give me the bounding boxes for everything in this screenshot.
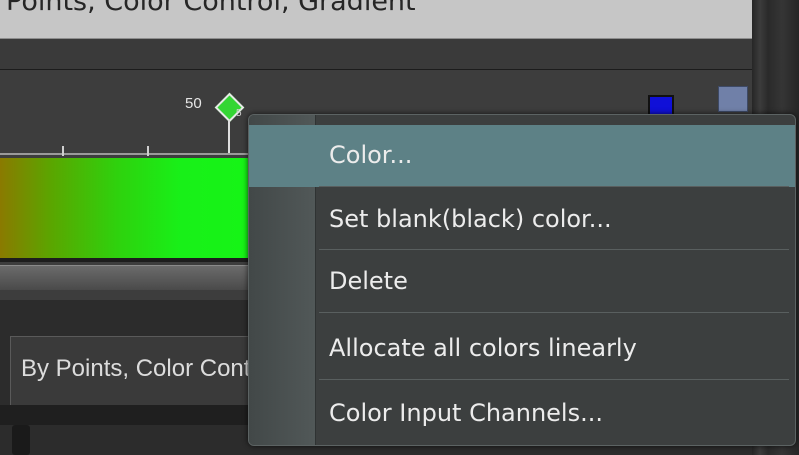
menu-separator [319,312,789,313]
menu-item-set-blank-color[interactable]: Set blank(black) color... [249,189,795,251]
menu-item-color-input-channels[interactable]: Color Input Channels... [249,383,795,445]
menu-item-label: Color Input Channels... [329,399,603,427]
menu-separator [319,249,789,250]
ruler-line [0,153,250,155]
menu-item-label: Delete [329,267,408,295]
menu-item-delete[interactable]: Delete [249,251,795,313]
gradient-bar[interactable] [0,158,258,258]
ruler-tick [147,146,149,156]
menu-item-color[interactable]: Color... [249,125,795,187]
side-color-swatch[interactable] [718,86,748,112]
tick-label: 5 [236,108,242,119]
menu-separator [319,186,789,187]
context-menu: Color... Set blank(black) color... Delet… [248,114,796,446]
bottom-handle[interactable] [12,425,30,455]
menu-item-label: Allocate all colors linearly [329,334,637,362]
horizontal-scrollbar[interactable] [0,265,258,290]
toolbar-band [0,39,752,71]
menu-item-allocate-linearly[interactable]: Allocate all colors linearly [249,318,795,380]
window-title-strip: Points, Color Control, Gradient [0,0,752,39]
position-label: 50 [185,95,202,112]
marker-stem [228,120,230,155]
gradient-bar-shadow [0,258,258,262]
mode-dropdown[interactable]: By Points, Color Control, Gradient [10,336,280,406]
menu-separator [319,379,789,380]
mode-dropdown-value: By Points, Color Control, Gradient [21,355,280,382]
menu-item-label: Color... [329,141,413,169]
menu-item-label: Set blank(black) color... [329,205,612,233]
window-title: Points, Color Control, Gradient [6,0,416,17]
ruler-tick [62,146,64,156]
